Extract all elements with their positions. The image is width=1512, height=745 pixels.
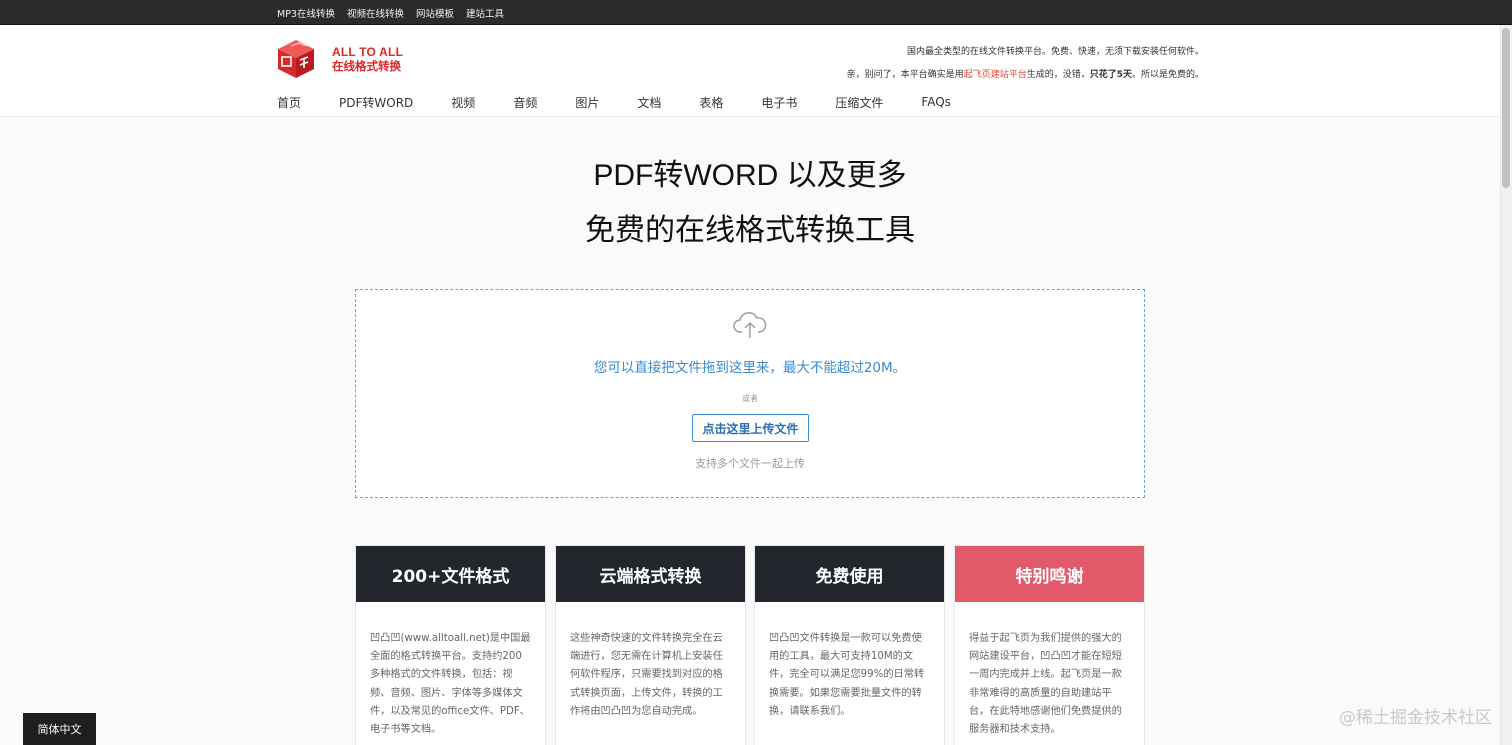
notice-line-1: 国内最全类型的在线文件转换平台。免费、快速，无须下载安装任何软件。 xyxy=(906,47,1204,57)
header-notice: 国内最全类型的在线文件转换平台。免费、快速，无须下载安装任何软件。 亲，别问了，… xyxy=(847,41,1204,87)
nav-ebook[interactable]: 电子书 xyxy=(761,94,797,111)
upload-file-button[interactable]: 点击这里上传文件 xyxy=(692,414,809,442)
drop-message: 您可以直接把文件拖到这里来，最大不能超过20M。 xyxy=(593,360,907,376)
card-title: 特别鸣谢 xyxy=(955,546,1144,602)
feature-card-free: 免费使用 凹凸凹文件转换是一款可以免费使用的工具，最大可支持10M的文件，完全可… xyxy=(754,545,945,745)
notice-line-2: 亲，别问了，本平台确实是用起飞页建站平台生成的，没错，只花了5天。所以是免费的。 xyxy=(847,64,1204,87)
card-text: 凹凸凹文件转换是一款可以免费使用的工具，最大可支持10M的文件，完全可以满足您9… xyxy=(769,633,925,717)
logo[interactable]: ALL TO ALL 在线格式转换 xyxy=(276,37,416,81)
logo-english: ALL TO ALL xyxy=(332,45,404,59)
nav-audio[interactable]: 音频 xyxy=(513,94,537,111)
watermark: @稀土掘金技术社区 xyxy=(1339,708,1492,728)
card-text: 凹凸凹(www.alltoall.net)是中国最全面的格式转换平台。支持约20… xyxy=(370,633,531,736)
main-nav: 首页 PDF转WORD 视频 音频 图片 文档 表格 电子书 压缩文件 FAQs xyxy=(277,94,989,110)
card-text: 得益于起飞页为我们提供的强大的网站建设平台，凹凸凹才能在短短一周内完成并上线。起… xyxy=(969,633,1122,736)
multi-upload-hint: 支持多个文件一起上传 xyxy=(695,457,805,470)
feature-card-thanks: 特别鸣谢 得益于起飞页为我们提供的强大的网站建设平台，凹凸凹才能在短短一周内完成… xyxy=(954,545,1145,745)
feature-card-formats: 200+文件格式 凹凸凹(www.alltoall.net)是中国最全面的格式转… xyxy=(355,545,546,745)
page-scrollbar[interactable] xyxy=(1500,25,1512,745)
top-link-video[interactable]: 视频在线转换 xyxy=(347,6,404,20)
logo-cube-icon xyxy=(278,40,314,78)
feature-card-cloud: 云端格式转换 这些神奇快速的文件转换完全在云端进行，您无需在计算机上安装任何软件… xyxy=(555,545,746,745)
site-header: ALL TO ALL 在线格式转换 国内最全类型的在线文件转换平台。免费、快速，… xyxy=(0,25,1512,117)
hero-title: PDF转WORD 以及更多 xyxy=(593,159,907,192)
nav-faqs[interactable]: FAQs xyxy=(921,95,951,109)
hero-subtitle: 免费的在线格式转换工具 xyxy=(585,213,915,248)
file-drop-zone[interactable]: 您可以直接把文件拖到这里来，最大不能超过20M。 或者 点击这里上传文件 支持多… xyxy=(355,289,1145,498)
logo-chinese: 在线格式转换 xyxy=(332,59,401,73)
qifeiye-link[interactable]: 起飞页建站平台 xyxy=(964,70,1027,80)
card-title: 免费使用 xyxy=(755,546,944,602)
nav-home[interactable]: 首页 xyxy=(277,94,301,111)
nav-video[interactable]: 视频 xyxy=(451,94,475,111)
nav-document[interactable]: 文档 xyxy=(637,94,661,111)
card-text: 这些神奇快速的文件转换完全在云端进行，您无需在计算机上安装任何软件程序，只需要找… xyxy=(570,633,723,717)
nav-pdf-to-word[interactable]: PDF转WORD xyxy=(339,94,413,111)
notice-middle: 生成的，没错， xyxy=(1026,70,1090,80)
card-title: 200+文件格式 xyxy=(356,546,545,602)
top-links: MP3在线转换 视频在线转换 网站模板 建站工具 xyxy=(277,0,504,25)
notice-suffix: 。所以是免费的。 xyxy=(1131,70,1204,80)
notice-prefix: 亲，别问了，本平台确实是用 xyxy=(846,70,964,80)
top-link-mp3[interactable]: MP3在线转换 xyxy=(277,6,335,20)
language-selector[interactable]: 简体中文 xyxy=(23,713,96,745)
top-bar: MP3在线转换 视频在线转换 网站模板 建站工具 xyxy=(0,0,1512,25)
scrollbar-thumb[interactable] xyxy=(1502,28,1510,188)
logo-text: ALL TO ALL 在线格式转换 xyxy=(332,45,403,73)
card-title: 云端格式转换 xyxy=(556,546,745,602)
top-link-templates[interactable]: 网站模板 xyxy=(416,6,454,20)
nav-archive[interactable]: 压缩文件 xyxy=(835,94,883,111)
or-separator: 或者 xyxy=(742,394,758,403)
nav-spreadsheet[interactable]: 表格 xyxy=(699,94,723,111)
notice-highlight: 只花了5天 xyxy=(1089,70,1132,80)
top-link-tools[interactable]: 建站工具 xyxy=(466,6,504,20)
nav-image[interactable]: 图片 xyxy=(575,94,599,111)
cloud-upload-icon xyxy=(733,312,767,338)
